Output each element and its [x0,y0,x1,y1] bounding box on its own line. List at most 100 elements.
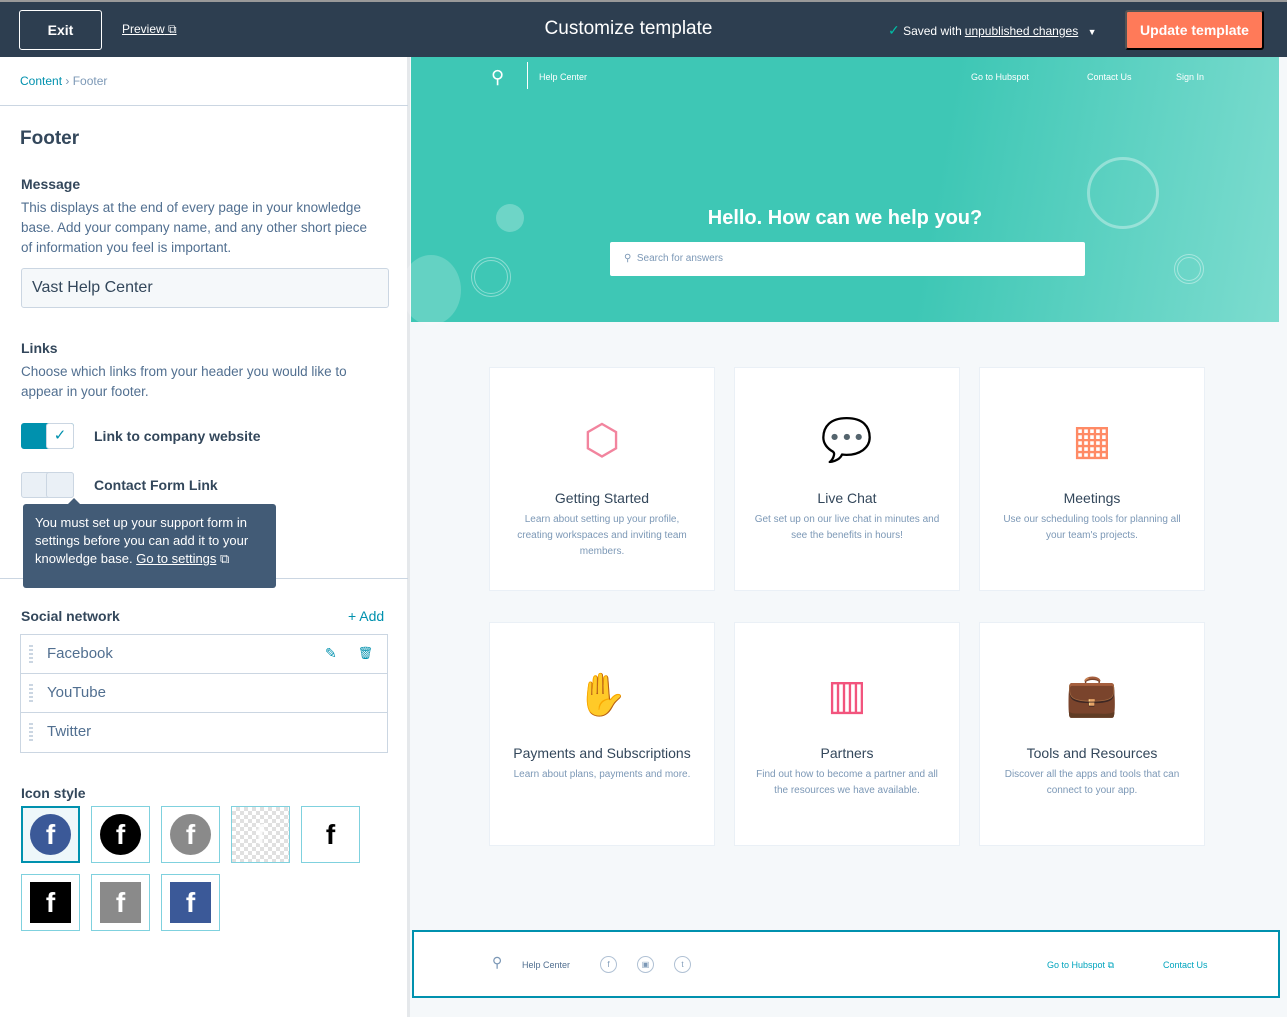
hero-title: Hello. How can we help you? [707,207,983,229]
facebook-icon[interactable]: f [600,956,617,973]
footer-contact-us[interactable]: Contact Us [1163,960,1208,970]
category-card[interactable]: ✋ Payments and Subscriptions Learn about p… [489,622,715,846]
card-title: Live Chat [817,490,877,506]
drag-handle-icon[interactable] [29,645,33,665]
external-link-icon: ⧉ [1107,960,1114,970]
social-item-youtube[interactable]: YouTube [21,674,387,713]
panel-title: Footer [20,128,80,149]
contact-form-label: Contact Form Link [94,477,218,493]
card-title: Partners [820,745,874,761]
icon-style-option[interactable]: f [91,874,150,931]
icon-style-label: Icon style [21,785,86,801]
site-footer[interactable]: ⚲ Help Center f ▣ t Go to Hubspot ⧉ Cont… [412,930,1280,998]
facebook-icon: f [255,818,266,850]
chat-icon: 💬 [820,416,874,463]
icon-style-option[interactable]: f [161,874,220,931]
icon-style-option[interactable]: f [21,806,80,863]
facebook-icon: f [100,882,141,923]
settings-panel: Content › Footer Footer Message This dis… [0,57,410,1017]
card-title: Getting Started [554,490,650,506]
drag-handle-icon[interactable] [29,723,33,743]
icon-style-option[interactable]: f [21,874,80,931]
building-icon: ▥ [827,671,867,718]
icon-style-option[interactable]: f [91,806,150,863]
breadcrumb-current: Footer [72,74,108,88]
card-description: Learn about plans, payments and more. [513,769,691,780]
facebook-icon: f [100,814,141,855]
message-input[interactable]: Vast Help Center [21,268,389,308]
twitter-icon[interactable]: t [674,956,691,973]
social-list: Facebook ✎ 🗑 YouTube Twitter [20,634,388,753]
decor-circle [471,257,511,297]
card-description: Discover all the apps and tools that can… [1004,769,1180,796]
external-link-icon: ⧉ [220,551,230,566]
card-description: Learn about setting up your profile, cre… [517,514,687,557]
category-card[interactable]: 💼 Tools and Resources Discover all the app… [979,622,1205,846]
icon-style-option[interactable]: f [301,806,360,863]
divider [527,62,528,89]
social-item-facebook[interactable]: Facebook ✎ 🗑 [21,635,387,674]
footer-brand: Help Center [522,960,571,970]
icon-style-option[interactable]: f [231,806,290,863]
update-template-button[interactable]: Update template [1125,10,1264,50]
card-description: Find out how to become a partner and all… [756,769,938,796]
social-item-label: Twitter [47,723,92,740]
drag-handle-icon[interactable] [29,684,33,704]
category-card[interactable]: ▥ Partners Find out how to become a partne… [734,622,960,846]
category-card[interactable]: 💬 Live Chat Get set up on our live chat in… [734,367,960,591]
nav-contact-us[interactable]: Contact Us [1087,72,1132,82]
nav-go-to-hubspot[interactable]: Go to Hubspot [971,72,1029,82]
card-title: Tools and Resources [1026,745,1158,761]
check-icon: ✓ [46,423,74,449]
briefcase-icon: 💼 [1065,671,1119,718]
company-website-toggle[interactable]: ✓ [21,423,74,449]
social-item-twitter[interactable]: Twitter [21,713,387,752]
decor-circle [1174,254,1204,284]
card-title: Payments and Subscriptions [513,745,691,761]
hubspot-logo-icon: ⚲ [492,954,503,970]
search-input[interactable]: ⚲ Search for answers [610,242,1085,276]
youtube-icon[interactable]: ▣ [637,956,654,973]
nav-sign-in[interactable]: Sign In [1176,72,1204,82]
card-description: Get set up on our live chat in minutes a… [754,514,940,541]
social-item-label: YouTube [47,684,106,701]
search-placeholder: Search for answers [636,253,724,264]
unpublished-changes-link[interactable]: unpublished changes [965,24,1078,38]
social-item-label: Facebook [47,645,113,662]
links-description: Choose which links from your header you … [21,364,347,399]
breadcrumb: Content › Footer [20,74,107,88]
contact-form-toggle[interactable] [21,472,74,498]
calendar-icon: ▦ [1072,416,1112,463]
saved-text: Saved with [903,24,962,38]
go-to-settings-link[interactable]: Go to settings [136,551,216,566]
add-social-button[interactable]: + Add [348,608,384,624]
handshake-icon: ✋ [575,671,629,718]
footer-go-to-hubspot[interactable]: Go to Hubspot ⧉ [1047,960,1114,971]
site-brand: Help Center [539,72,588,82]
divider [0,105,408,106]
pencil-icon[interactable]: ✎ [325,645,337,662]
icon-style-option[interactable]: f [161,806,220,863]
check-icon: ✓ [888,22,900,38]
message-description: This displays at the end of every page i… [21,200,367,255]
message-label: Message [21,176,81,192]
category-card[interactable]: ⬡ Getting Started Learn about setting up y… [489,367,715,591]
top-bar: Exit Preview ⧉ Customize template ✓ Save… [0,0,1287,57]
social-network-label: Social network [21,608,120,624]
breadcrumb-content[interactable]: Content [20,74,62,88]
trash-icon[interactable]: 🗑 [358,646,373,660]
cube-icon: ⬡ [583,416,621,463]
footer-link-label: Go to Hubspot [1047,960,1106,970]
card-title: Meetings [1063,490,1121,506]
links-label: Links [21,340,58,356]
toggle-knob [46,472,74,498]
chevron-right-icon: › [65,74,70,88]
category-card[interactable]: ▦ Meetings Use our scheduling tools for pl… [979,367,1205,591]
search-icon: ⚲ [624,253,632,264]
tooltip: You must set up your support form in set… [23,498,276,588]
facebook-icon: f [170,814,211,855]
hero-banner: ⚲ Help Center Go to Hubspot Contact Us S… [401,57,1279,325]
facebook-icon: f [30,814,71,855]
save-status-dropdown[interactable]: ✓ Saved with unpublished changes ▼ [888,22,1096,39]
facebook-icon: f [325,818,336,850]
